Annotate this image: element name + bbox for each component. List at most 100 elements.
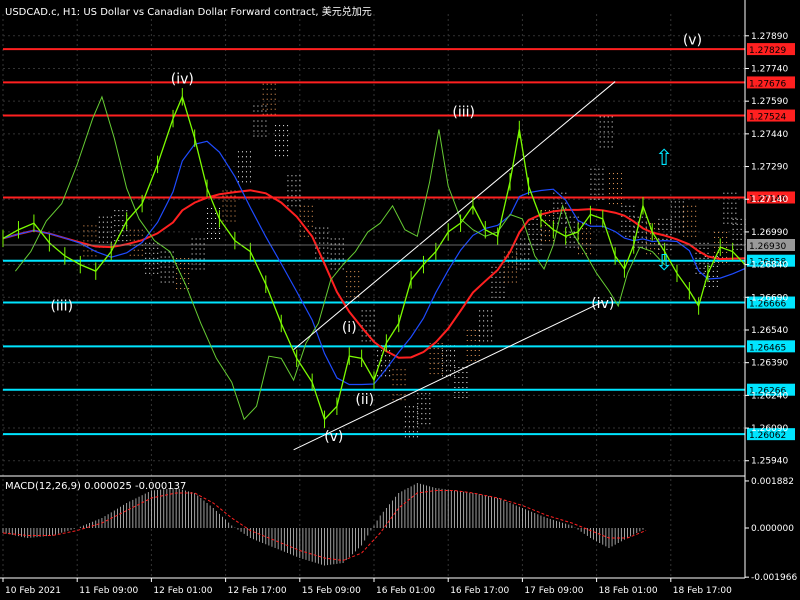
- cloud-dot: [172, 276, 174, 278]
- cloud-dot: [226, 210, 228, 212]
- cloud-dot: [291, 190, 293, 192]
- cloud-dot: [507, 256, 509, 258]
- cloud-dot: [421, 398, 423, 400]
- cloud-dot: [279, 155, 281, 157]
- cloud-dot: [373, 310, 375, 312]
- cloud-dot: [620, 178, 622, 180]
- cloud-dot: [226, 190, 228, 192]
- cloud-dot: [118, 230, 120, 232]
- cloud-dot: [726, 231, 728, 233]
- cloud-dot: [557, 202, 559, 204]
- cloud-dot: [629, 230, 631, 232]
- cloud-dot: [552, 215, 554, 217]
- cloud-dot: [299, 175, 301, 177]
- cloud-dot: [215, 232, 217, 234]
- cloud-dot: [389, 355, 391, 357]
- cloud-dot: [462, 387, 464, 389]
- cloud-dot: [417, 423, 419, 425]
- cloud-dot: [433, 363, 435, 365]
- cloud-dot: [392, 394, 394, 396]
- cloud-dot: [678, 206, 680, 208]
- cloud-dot: [417, 403, 419, 405]
- cloud-dot: [253, 105, 255, 107]
- cloud-dot: [582, 238, 584, 240]
- cloud-dot: [586, 248, 588, 250]
- cloud-dot: [245, 151, 247, 153]
- cloud-dot: [102, 241, 104, 243]
- cloud-dot: [358, 286, 360, 288]
- x-tick-label: 16 Feb 17:00: [450, 586, 509, 596]
- cloud-dot: [641, 241, 643, 243]
- cloud-dot: [625, 230, 627, 232]
- cloud-dot: [311, 225, 313, 227]
- cloud-dot: [603, 126, 605, 128]
- cloud-dot: [191, 268, 193, 270]
- cloud-dot: [83, 250, 85, 252]
- cloud-dot: [421, 418, 423, 420]
- cloud-dot: [516, 253, 518, 255]
- cloud-dot: [164, 256, 166, 258]
- cloud-dot: [87, 235, 89, 237]
- cloud-dot: [287, 135, 289, 137]
- cloud-dot: [732, 228, 734, 230]
- cloud-dot: [716, 275, 718, 277]
- cloud-dot: [602, 168, 604, 170]
- cloud-dot: [226, 215, 228, 217]
- cloud-dot: [195, 238, 197, 240]
- cloud-dot: [515, 266, 517, 268]
- cloud-dot: [234, 195, 236, 197]
- cloud-dot: [392, 379, 394, 381]
- cloud-dot: [164, 281, 166, 283]
- cloud-dot: [303, 235, 305, 237]
- cloud-dot: [203, 243, 205, 245]
- cloud-dot: [462, 372, 464, 374]
- cloud-dot: [257, 110, 259, 112]
- cloud-dot: [253, 110, 255, 112]
- cloud-dot: [691, 225, 693, 227]
- cloud-dot: [291, 195, 293, 197]
- cloud-dot: [470, 339, 472, 341]
- cloud-dot: [695, 267, 697, 269]
- cloud-dot: [211, 212, 213, 214]
- cloud-dot: [612, 183, 614, 185]
- cloud-dot: [191, 243, 193, 245]
- cloud-dot: [327, 232, 329, 234]
- cloud-dot: [350, 291, 352, 293]
- cloud-dot: [164, 266, 166, 268]
- cloud-dot: [149, 257, 151, 259]
- cloud-dot: [607, 121, 609, 123]
- cloud-dot: [703, 247, 705, 249]
- cloud-dot: [330, 243, 332, 245]
- cloud-dot: [287, 180, 289, 182]
- cloud-dot: [106, 226, 108, 228]
- cloud-dot: [215, 217, 217, 219]
- cloud-dot: [612, 188, 614, 190]
- cloud-dot: [180, 263, 182, 265]
- cloud-dot: [369, 340, 371, 342]
- price-chart[interactable]: 1.278291.276761.275241.271481.268581.266…: [0, 0, 800, 600]
- cloud-dot: [98, 221, 100, 223]
- cloud-dot: [487, 335, 489, 337]
- cloud-dot: [491, 310, 493, 312]
- cloud-dot: [400, 399, 402, 401]
- cloud-dot: [699, 242, 701, 244]
- cloud-dot: [446, 370, 448, 372]
- y-tick-label: 1.27140: [751, 195, 788, 205]
- cloud-dot: [404, 369, 406, 371]
- cloud-dot: [157, 252, 159, 254]
- cloud-dot: [118, 220, 120, 222]
- cloud-dot: [479, 320, 481, 322]
- cloud-dot: [279, 135, 281, 137]
- cloud-dot: [404, 384, 406, 386]
- cloud-dot: [712, 265, 714, 267]
- cloud-dot: [219, 237, 221, 239]
- cloud-dot: [98, 241, 100, 243]
- cloud-dot: [670, 211, 672, 213]
- cloud-dot: [129, 239, 131, 241]
- cloud-dot: [266, 88, 268, 90]
- cloud-dot: [740, 218, 742, 220]
- cloud-dot: [491, 296, 493, 298]
- cloud-dot: [553, 212, 555, 214]
- cloud-dot: [222, 200, 224, 202]
- cloud-dot: [153, 262, 155, 264]
